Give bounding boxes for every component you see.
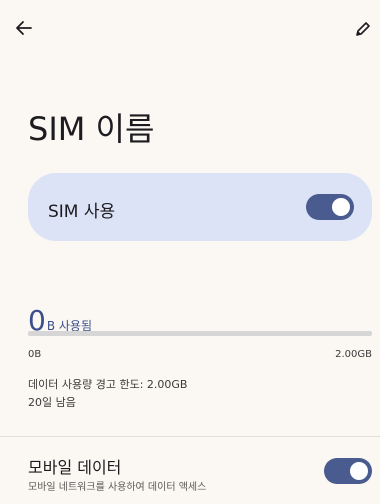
days-remaining-text: 20일 남음 xyxy=(28,396,76,409)
section-divider xyxy=(0,436,380,437)
usage-range-min: 0B xyxy=(28,349,42,360)
usage-warning-text: 데이터 사용량 경고 한도: 2.00GB xyxy=(28,378,188,391)
mobile-data-subtitle: 모바일 네트워크를 사용하여 데이터 액세스 xyxy=(28,482,207,493)
back-button[interactable] xyxy=(14,18,42,42)
usage-progress-bar xyxy=(28,331,372,336)
top-app-bar xyxy=(0,0,380,56)
page-title: SIM 이름 xyxy=(28,110,155,148)
edit-button[interactable] xyxy=(354,20,374,40)
pencil-icon xyxy=(356,22,370,36)
toggle-knob xyxy=(350,462,368,480)
sim-enable-card[interactable]: SIM 사용 xyxy=(28,173,372,241)
mobile-data-title: 모바일 데이터 xyxy=(28,458,122,477)
sim-enable-label: SIM 사용 xyxy=(48,202,116,222)
mobile-data-toggle[interactable] xyxy=(324,458,372,484)
sim-enable-toggle[interactable] xyxy=(306,194,354,220)
usage-range-max: 2.00GB xyxy=(335,349,372,360)
toggle-knob xyxy=(332,198,350,216)
arrow-left-icon xyxy=(16,21,32,35)
